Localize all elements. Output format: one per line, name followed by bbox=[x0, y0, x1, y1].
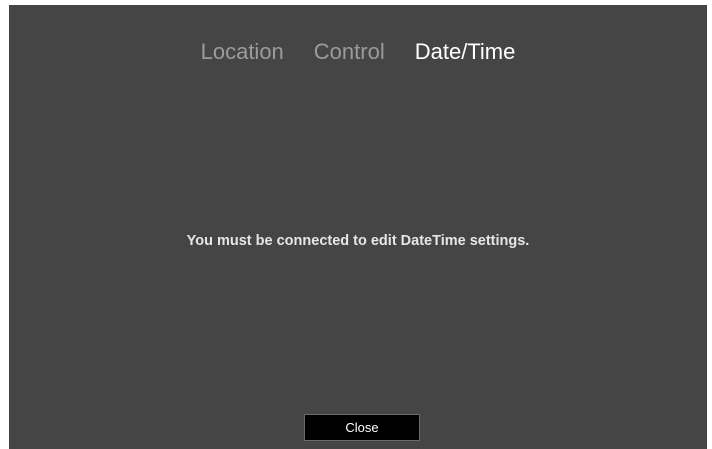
connection-required-message: You must be connected to edit DateTime s… bbox=[186, 233, 530, 249]
tab-location[interactable]: Location bbox=[201, 39, 284, 65]
close-button[interactable]: Close bbox=[304, 414, 420, 441]
settings-tabs: Location Control Date/Time bbox=[9, 39, 707, 65]
tab-date-time[interactable]: Date/Time bbox=[415, 39, 516, 65]
datetime-settings-dialog: Location Control Date/Time You must be c… bbox=[9, 5, 707, 449]
tab-control[interactable]: Control bbox=[314, 39, 385, 65]
